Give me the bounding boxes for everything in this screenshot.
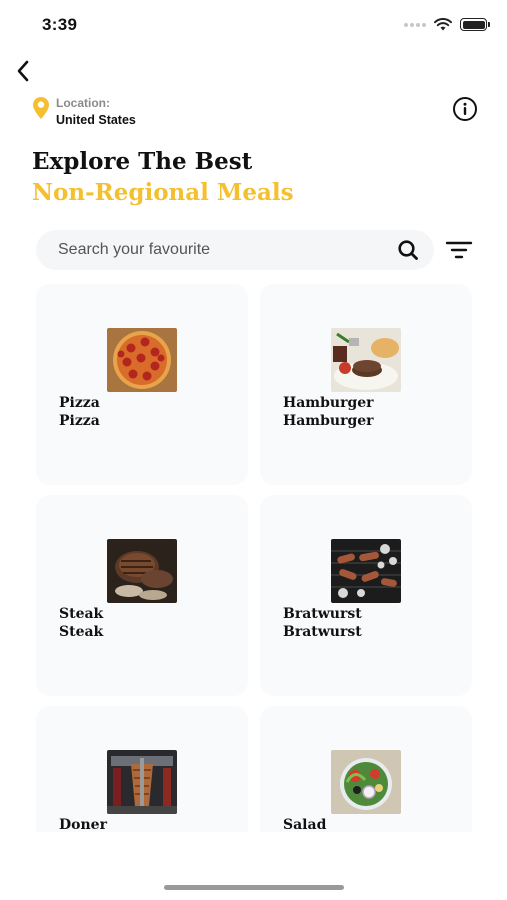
meal-name: Steak [59, 606, 104, 622]
location-label: Location: [56, 96, 110, 110]
meal-card-salad[interactable]: Salad [260, 706, 472, 832]
meal-card-hamburger[interactable]: Hamburger Hamburger [260, 284, 472, 485]
meal-card-doner[interactable]: Doner [36, 706, 248, 832]
salad-photo [331, 750, 401, 814]
info-icon[interactable] [452, 96, 478, 122]
home-indicator[interactable] [164, 885, 344, 890]
meal-card-bratwurst[interactable]: Bratwurst Bratwurst [260, 495, 472, 696]
hamburger-photo [331, 328, 401, 392]
back-button[interactable] [8, 56, 38, 86]
meal-name: Pizza [59, 395, 100, 411]
wifi-icon [434, 18, 452, 31]
meal-name: Doner [59, 817, 107, 832]
steak-photo [107, 539, 177, 603]
headline-subtitle: Non-Regional Meals [32, 179, 294, 206]
location-value: United States [56, 113, 136, 127]
meal-card-pizza[interactable]: Pizza Pizza [36, 284, 248, 485]
meal-subtitle: Hamburger [283, 413, 374, 429]
battery-icon [460, 18, 490, 31]
meal-card-steak[interactable]: Steak Steak [36, 495, 248, 696]
meal-name: Hamburger [283, 395, 374, 411]
status-time: 3:39 [42, 15, 78, 34]
meal-name: Bratwurst [283, 606, 362, 622]
bratwurst-photo [331, 539, 401, 603]
cellular-signal-icon [404, 22, 426, 27]
status-icons [404, 18, 490, 31]
meal-name: Salad [283, 817, 327, 832]
headline: Explore The Best Non-Regional Meals [32, 146, 294, 208]
meal-grid[interactable]: Pizza Pizza Hamburger Hamburger Steak St… [36, 284, 472, 832]
headline-title: Explore The Best [32, 148, 253, 175]
search-input[interactable] [58, 241, 396, 259]
pizza-photo [107, 328, 177, 392]
meal-subtitle: Bratwurst [283, 624, 362, 640]
doner-photo [107, 750, 177, 814]
search-icon[interactable] [396, 238, 420, 262]
status-bar: 3:39 [0, 0, 507, 50]
location-block: Location: United States [32, 96, 136, 128]
meal-subtitle: Steak [59, 624, 104, 640]
meal-subtitle: Pizza [59, 413, 100, 429]
filter-icon[interactable] [444, 238, 474, 262]
chevron-left-icon [17, 60, 29, 82]
search-bar [36, 230, 434, 270]
location-pin-icon [33, 97, 49, 119]
